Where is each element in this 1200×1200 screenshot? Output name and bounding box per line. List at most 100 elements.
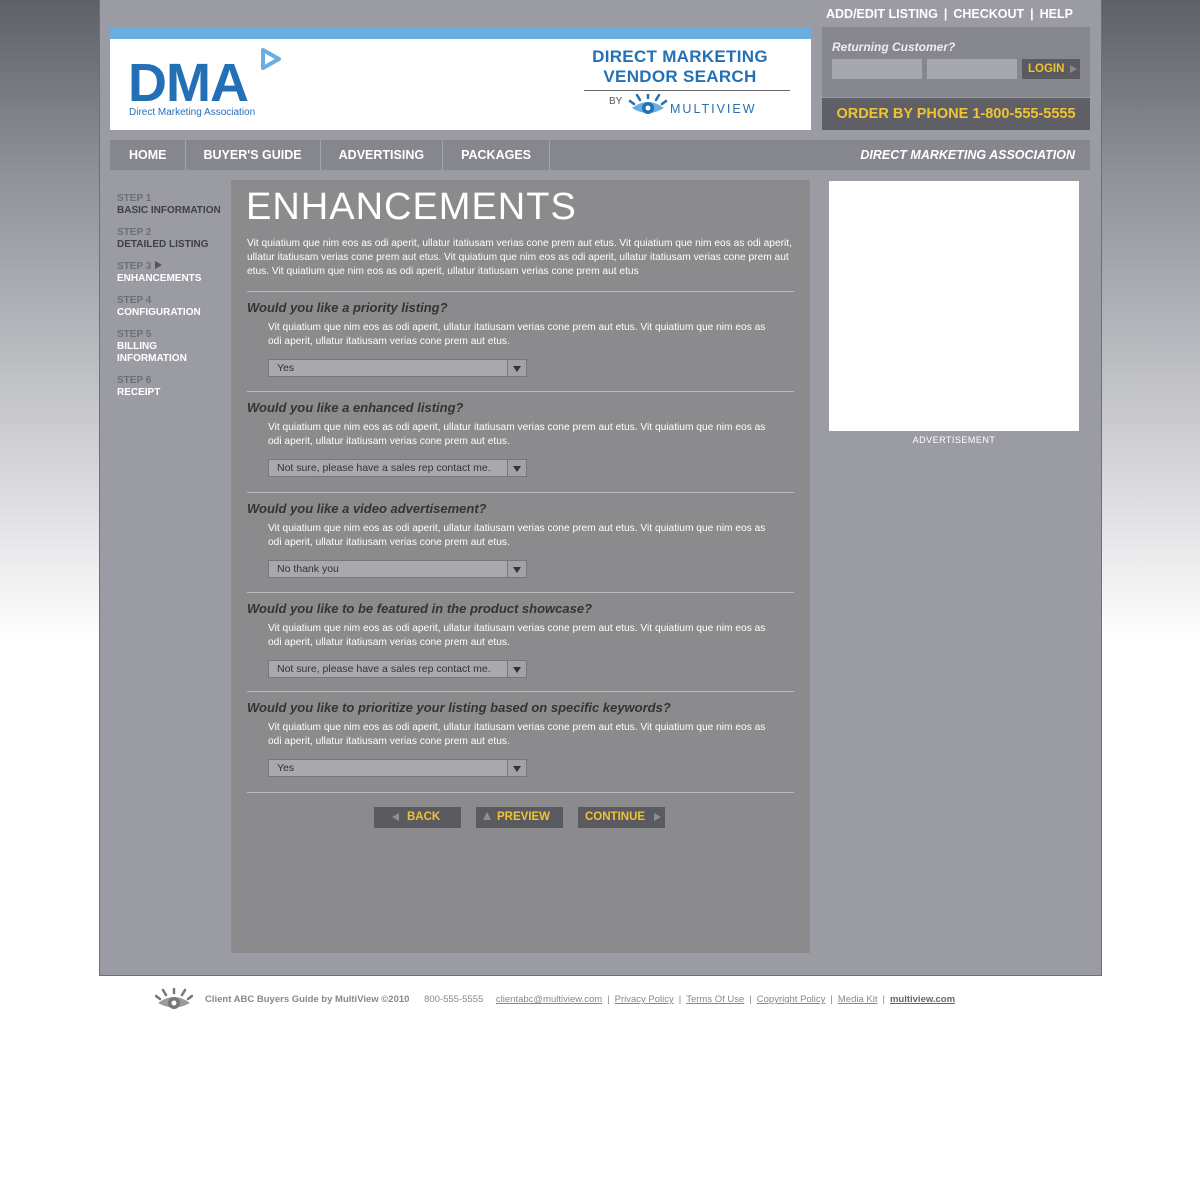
step-number: STEP 3 <box>117 261 152 272</box>
footer: Client ABC Buyers Guide by MultiView ©20… <box>155 988 1055 1014</box>
returning-customer-label: Returning Customer? <box>832 40 956 54</box>
vendor-title-line1: DIRECT MARKETING <box>592 47 768 66</box>
footer-phone: 800-555-5555 <box>424 994 484 1005</box>
arrow-right-icon <box>654 813 661 821</box>
arrow-left-icon <box>392 813 399 821</box>
play-icon <box>261 48 281 70</box>
intro-text: Vit quiatium que nim eos as odi aperit, … <box>247 238 792 277</box>
question-title: Would you like a priority listing? <box>247 300 448 315</box>
select-value: Yes <box>277 762 295 774</box>
select-value: Not sure, please have a sales rep contac… <box>277 462 491 474</box>
chevron-down-icon[interactable] <box>507 460 526 476</box>
dma-logo[interactable]: DMA <box>128 52 249 114</box>
question-section: Would you like a enhanced listing? Vit q… <box>247 391 794 477</box>
video-advertisement-select[interactable]: No thank you <box>268 560 527 578</box>
priority-listing-select[interactable]: Yes <box>268 359 527 377</box>
footer-email-link[interactable]: clientabc@multiview.com <box>496 994 602 1005</box>
step-name: BILLING INFORMATION <box>117 341 187 364</box>
question-section: Would you like a priority listing? Vit q… <box>247 291 794 377</box>
preview-button-label: PREVIEW <box>497 811 551 823</box>
arrow-up-icon <box>483 812 491 820</box>
step-number: STEP 4 <box>117 295 152 306</box>
top-link-separator: | <box>1030 7 1034 21</box>
step-item: STEP 6 RECEIPT <box>117 375 232 399</box>
step-name: CONFIGURATION <box>117 307 201 318</box>
arrow-right-icon <box>1070 65 1077 73</box>
select-value: Not sure, please have a sales rep contac… <box>277 663 491 675</box>
product-showcase-select[interactable]: Not sure, please have a sales rep contac… <box>268 660 527 678</box>
keyword-priority-select[interactable]: Yes <box>268 759 527 777</box>
footer-privacy-link[interactable]: Privacy Policy <box>615 994 674 1005</box>
current-step-arrow-icon <box>155 261 163 269</box>
advertisement-slot[interactable] <box>829 181 1079 431</box>
nav-item-packages[interactable]: PACKAGES <box>443 140 550 170</box>
footer-copyright: Client ABC Buyers Guide by MultiView ©20… <box>205 994 410 1005</box>
step-name: RECEIPT <box>117 387 161 398</box>
footer-copyright-policy-link[interactable]: Copyright Policy <box>757 994 826 1005</box>
header-accent-bar <box>110 27 811 39</box>
chevron-down-icon[interactable] <box>507 360 526 376</box>
question-description: Vit quiatium que nim eos as odi aperit, … <box>268 623 766 648</box>
multiview-wordmark: MULTIVIEW <box>670 102 757 116</box>
footer-text: Client ABC Buyers Guide by MultiView ©20… <box>205 994 956 1005</box>
main-nav: HOME BUYER'S GUIDE ADVERTISING PACKAGES … <box>110 140 1090 170</box>
divider <box>247 792 794 793</box>
chevron-down-icon[interactable] <box>507 760 526 776</box>
step-number: STEP 2 <box>117 227 152 238</box>
nav-item-buyers-guide[interactable]: BUYER'S GUIDE <box>186 140 321 170</box>
continue-button[interactable]: CONTINUE <box>578 807 665 828</box>
step-item: STEP 5 BILLING INFORMATION <box>117 329 232 365</box>
question-section: Would you like a video advertisement? Vi… <box>247 492 794 578</box>
login-box: Returning Customer? LOGIN <box>822 27 1090 97</box>
top-links: ADD/EDIT LISTING | CHECKOUT | HELP <box>826 7 1073 21</box>
nav-item-home[interactable]: HOME <box>110 140 186 170</box>
step-list: STEP 1 BASIC INFORMATION STEP 2 DETAILED… <box>117 193 232 409</box>
select-value: No thank you <box>277 563 339 575</box>
page-title: ENHANCEMENTS <box>246 186 577 228</box>
enhancements-panel: ENHANCEMENTS Vit quiatium que nim eos as… <box>231 180 810 953</box>
step-item[interactable]: STEP 2 DETAILED LISTING <box>117 227 232 251</box>
add-edit-listing-link[interactable]: ADD/EDIT LISTING <box>826 7 938 21</box>
enhanced-listing-select[interactable]: Not sure, please have a sales rep contac… <box>268 459 527 477</box>
vendor-search-title: DIRECT MARKETING VENDOR SEARCH <box>575 47 785 87</box>
chevron-down-icon[interactable] <box>507 561 526 577</box>
top-link-separator: | <box>943 7 948 21</box>
site-header: DMA Direct Marketing Association DIRECT … <box>110 27 811 130</box>
by-label: BY <box>609 96 623 107</box>
step-item[interactable]: STEP 1 BASIC INFORMATION <box>117 193 232 217</box>
password-input[interactable] <box>927 59 1017 79</box>
question-title: Would you like to prioritize your listin… <box>247 700 671 715</box>
question-section: Would you like to prioritize your listin… <box>247 691 794 777</box>
login-button[interactable]: LOGIN <box>1022 59 1080 79</box>
step-item-current: STEP 3 ENHANCEMENTS <box>117 261 232 285</box>
question-section: Would you like to be featured in the pro… <box>247 592 794 678</box>
step-item: STEP 4 CONFIGURATION <box>117 295 232 319</box>
select-value: Yes <box>277 362 295 374</box>
step-name: ENHANCEMENTS <box>117 273 202 284</box>
preview-button[interactable]: PREVIEW <box>476 807 563 828</box>
step-name: BASIC INFORMATION <box>117 205 221 216</box>
step-number: STEP 5 <box>117 329 152 340</box>
chevron-down-icon[interactable] <box>507 661 526 677</box>
vendor-divider <box>584 90 790 91</box>
login-button-label: LOGIN <box>1028 63 1065 75</box>
footer-site-link[interactable]: multiview.com <box>890 994 955 1005</box>
question-description: Vit quiatium que nim eos as odi aperit, … <box>268 523 766 548</box>
question-title: Would you like a video advertisement? <box>247 501 487 516</box>
help-link[interactable]: HELP <box>1040 7 1073 21</box>
footer-terms-link[interactable]: Terms Of Use <box>686 994 744 1005</box>
username-input[interactable] <box>832 59 922 79</box>
advertisement-label: ADVERTISEMENT <box>912 435 996 445</box>
question-title: Would you like a enhanced listing? <box>247 400 464 415</box>
question-description: Vit quiatium que nim eos as odi aperit, … <box>268 322 766 347</box>
step-number: STEP 1 <box>117 193 152 204</box>
nav-association-label: DIRECT MARKETING ASSOCIATION <box>860 148 1075 162</box>
continue-button-label: CONTINUE <box>585 811 646 823</box>
checkout-link[interactable]: CHECKOUT <box>953 7 1024 21</box>
nav-item-advertising[interactable]: ADVERTISING <box>321 140 444 170</box>
dma-logo-subtitle: Direct Marketing Association <box>129 107 256 118</box>
back-button[interactable]: BACK <box>374 807 461 828</box>
question-description: Vit quiatium que nim eos as odi aperit, … <box>268 422 766 447</box>
page-container: ADD/EDIT LISTING | CHECKOUT | HELP DMA Direc… <box>99 0 1102 976</box>
footer-media-kit-link[interactable]: Media Kit <box>838 994 878 1005</box>
